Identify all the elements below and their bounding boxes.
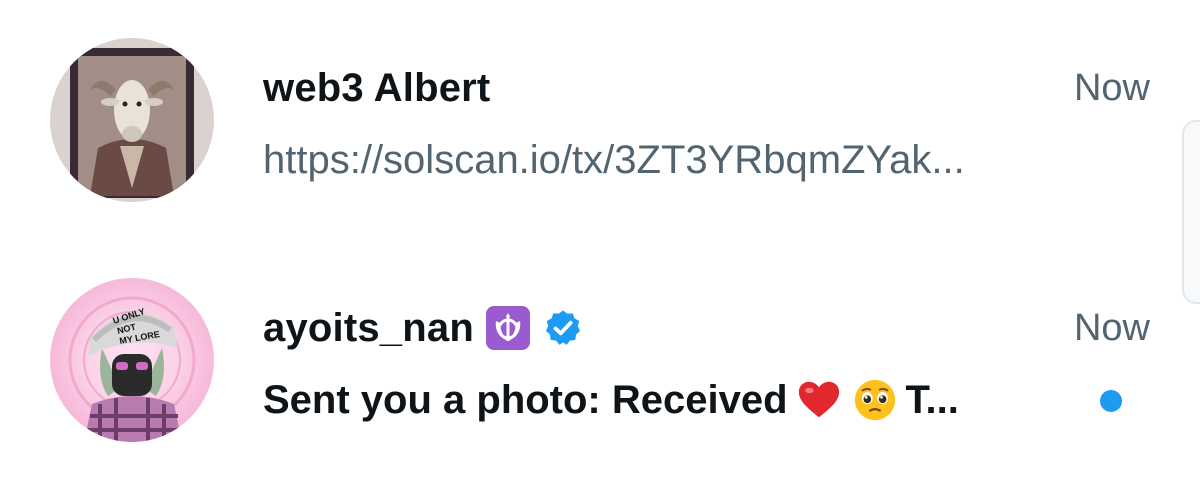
message-snippet-tail: T... xyxy=(905,378,959,422)
cap-character-avatar-icon: U ONLY NOT MY LORE xyxy=(50,278,214,442)
scrollbar[interactable] xyxy=(1182,120,1200,304)
avatar[interactable]: U ONLY NOT MY LORE xyxy=(50,278,214,442)
verified-badge-icon xyxy=(542,307,584,349)
khanda-icon xyxy=(485,306,530,350)
name-row: web3 Albert xyxy=(263,62,490,114)
avatar[interactable] xyxy=(50,38,214,202)
pleading-face-icon xyxy=(850,375,900,425)
conversation-item-web3-albert[interactable]: web3 Albert Now https://solscan.io/tx/3Z… xyxy=(0,32,1170,212)
display-name: web3 Albert xyxy=(263,66,491,110)
name-row: ayoits_nan xyxy=(263,302,584,354)
timestamp: Now xyxy=(1073,307,1150,349)
message-snippet-text: Sent you a photo: Received xyxy=(263,378,788,422)
message-snippet: Sent you a photo: Received T... xyxy=(263,372,959,428)
timestamp: Now xyxy=(1073,67,1150,109)
display-name: ayoits_nan xyxy=(263,306,474,350)
red-heart-icon xyxy=(794,375,844,425)
message-snippet-text: https://solscan.io/tx/3ZT3YRbqmZYak... xyxy=(263,138,965,182)
message-snippet: https://solscan.io/tx/3ZT3YRbqmZYak... xyxy=(263,132,965,188)
conversation-item-ayoits-nan[interactable]: U ONLY NOT MY LORE ayoits_nan Now Sent y… xyxy=(0,272,1170,452)
unread-indicator xyxy=(1100,390,1122,412)
goat-portrait-avatar-icon xyxy=(50,38,214,202)
